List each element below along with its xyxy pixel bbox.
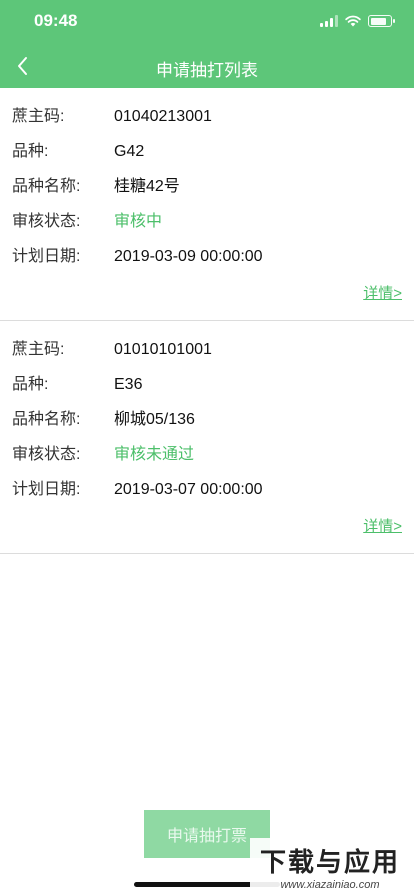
wifi-icon: [345, 15, 361, 27]
signal-icon: [320, 15, 338, 27]
watermark: 下载与应用 www.xiazainiao.com: [250, 838, 410, 894]
detail-link[interactable]: 详情>: [363, 282, 402, 303]
field-label: 蔗主码:: [12, 108, 65, 125]
watermark-text: 下载与应用: [259, 847, 400, 877]
battery-icon: [368, 15, 395, 27]
field-label: 品种名称:: [12, 178, 81, 195]
field-value: 桂糖42号: [114, 178, 180, 195]
field-label: 计划日期:: [12, 481, 81, 498]
field-label: 蔗主码:: [12, 341, 65, 358]
field-value: 2019-03-09 00:00:00: [114, 248, 263, 265]
status-badge: 审核未通过: [114, 446, 195, 463]
field-value: 01040213001: [114, 108, 212, 125]
page-title: 申请抽打列表: [156, 61, 258, 80]
list-item: 蔗主码: 01040213001 品种: G42 品种名称: 桂糖42号 审核状…: [0, 88, 414, 321]
nav-bar: 申请抽打列表: [0, 44, 414, 88]
field-value: G42: [114, 143, 145, 160]
application-list: 蔗主码: 01040213001 品种: G42 品种名称: 桂糖42号 审核状…: [0, 88, 414, 554]
field-label: 计划日期:: [12, 248, 81, 265]
field-label: 审核状态:: [12, 213, 81, 230]
field-value: 2019-03-07 00:00:00: [114, 481, 263, 498]
status-icons: [320, 14, 395, 28]
status-bar: 09:48: [0, 0, 414, 44]
field-value: 柳城05/136: [114, 411, 195, 428]
status-badge: 审核中: [114, 213, 163, 230]
field-value: E36: [114, 376, 143, 393]
field-label: 品种:: [12, 376, 49, 393]
field-value: 01010101001: [114, 341, 212, 358]
field-label: 品种:: [12, 143, 49, 160]
detail-link[interactable]: 详情>: [363, 515, 402, 536]
field-label: 品种名称:: [12, 411, 81, 428]
status-time: 09:48: [34, 11, 78, 30]
field-label: 审核状态:: [12, 446, 81, 463]
list-item: 蔗主码: 01010101001 品种: E36 品种名称: 柳城05/136 …: [0, 321, 414, 554]
app-header: 09:48 申请抽打列表: [0, 0, 414, 88]
watermark-url: www.xiazainiao.com: [280, 879, 380, 891]
